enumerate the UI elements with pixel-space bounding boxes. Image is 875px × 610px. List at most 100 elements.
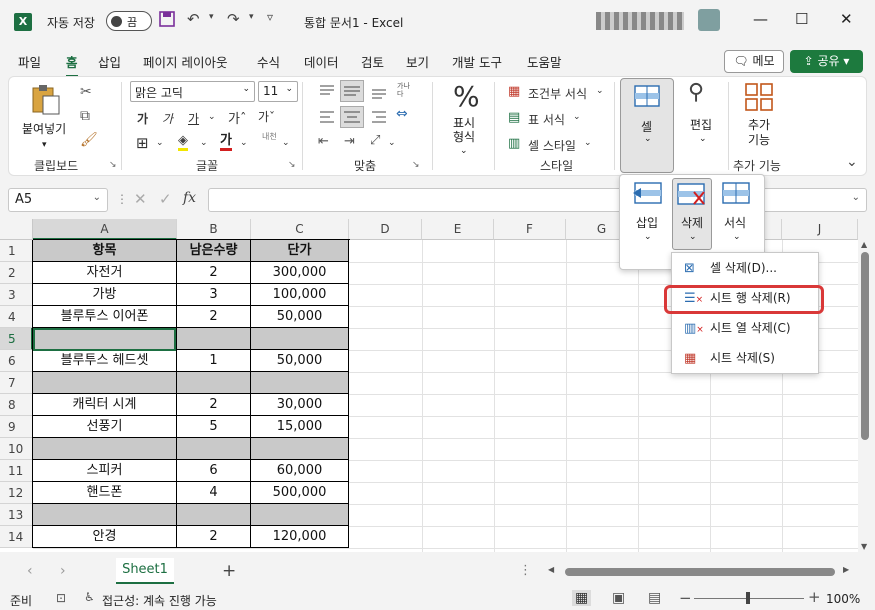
- prev-sheet-icon[interactable]: ‹: [27, 563, 33, 579]
- row-header[interactable]: 9: [0, 416, 33, 438]
- vertical-scroll-thumb[interactable]: [861, 252, 869, 440]
- editing-label[interactable]: 편집: [690, 116, 712, 133]
- macro-record-icon[interactable]: ⊡: [56, 591, 66, 605]
- underline-dropdown-icon[interactable]: ⌄: [208, 112, 216, 122]
- zoom-slider-thumb[interactable]: [746, 592, 750, 604]
- increase-font-icon[interactable]: 가ˆ: [228, 108, 246, 127]
- page-break-view-icon[interactable]: ▤: [648, 590, 661, 606]
- align-middle-icon[interactable]: [340, 80, 364, 102]
- table-cell[interactable]: [177, 438, 251, 460]
- table-cell[interactable]: 50,000: [251, 306, 349, 328]
- table-cell[interactable]: 6: [177, 460, 251, 482]
- row-header[interactable]: 7: [0, 372, 33, 394]
- row-header[interactable]: 14: [0, 526, 33, 548]
- undo-dropdown-icon[interactable]: ▾: [209, 12, 214, 22]
- row-header[interactable]: 6: [0, 350, 33, 372]
- tab-data[interactable]: 데이터: [304, 52, 339, 71]
- table-cell[interactable]: 3: [177, 284, 251, 306]
- table-cell[interactable]: [251, 504, 349, 526]
- row-header[interactable]: 8: [0, 394, 33, 416]
- fill-color-icon[interactable]: ◈: [178, 134, 188, 151]
- font-color-button[interactable]: 가: [220, 134, 232, 151]
- next-sheet-icon[interactable]: ›: [60, 563, 66, 579]
- table-cell[interactable]: 남은수량: [177, 240, 251, 262]
- table-cell[interactable]: 자전거: [33, 262, 177, 284]
- page-layout-view-icon[interactable]: ▣: [612, 590, 625, 606]
- customize-qat-icon[interactable]: ▿: [267, 10, 273, 24]
- table-cell[interactable]: 가방: [33, 284, 177, 306]
- more-icon[interactable]: ⋮: [116, 192, 128, 206]
- font-name-dropdown[interactable]: 맑은 고딕 ⌄: [130, 81, 255, 102]
- column-header[interactable]: F: [494, 219, 566, 240]
- table-cell[interactable]: [177, 372, 251, 394]
- underline-button[interactable]: 가: [188, 110, 199, 127]
- copy-icon[interactable]: ⧉: [80, 108, 90, 124]
- table-cell[interactable]: 선풍기: [33, 416, 177, 438]
- orientation-icon[interactable]: ⤢: [370, 133, 380, 148]
- cancel-icon[interactable]: ✕: [134, 190, 147, 208]
- tab-file[interactable]: 파일: [18, 52, 41, 71]
- formula-input[interactable]: ⌄: [208, 188, 867, 212]
- scroll-down-icon[interactable]: ▼: [861, 542, 867, 551]
- number-format-dropdown-icon[interactable]: ⌄: [460, 146, 468, 156]
- table-cell[interactable]: 항목: [33, 240, 177, 262]
- bold-button[interactable]: 가: [137, 110, 148, 127]
- column-header[interactable]: D: [349, 219, 422, 240]
- table-cell[interactable]: [33, 504, 177, 526]
- align-top-icon[interactable]: [318, 82, 336, 103]
- table-cell[interactable]: 60,000: [251, 460, 349, 482]
- table-cell[interactable]: 2: [177, 394, 251, 416]
- format-as-table-button[interactable]: 표 서식: [528, 111, 565, 128]
- format-label[interactable]: 서식: [724, 214, 746, 231]
- table-cell[interactable]: [33, 438, 177, 460]
- table-cell[interactable]: 1: [177, 350, 251, 372]
- zoom-level[interactable]: 100%: [826, 592, 860, 606]
- column-header[interactable]: J: [782, 219, 858, 240]
- redo-dropdown-icon[interactable]: ▾: [249, 12, 254, 22]
- redo-icon[interactable]: ↷: [227, 10, 240, 28]
- conditional-format-button[interactable]: 조건부 서식: [528, 85, 587, 102]
- format-as-table-icon[interactable]: ▤: [508, 110, 520, 125]
- increase-indent-icon[interactable]: ⇥: [344, 134, 355, 149]
- format-painter-icon[interactable]: 🖌: [80, 132, 98, 148]
- table-cell[interactable]: 100,000: [251, 284, 349, 306]
- table-cell[interactable]: 단가: [251, 240, 349, 262]
- table-cell[interactable]: 15,000: [251, 416, 349, 438]
- table-cell[interactable]: 5: [177, 416, 251, 438]
- tab-view[interactable]: 보기: [406, 52, 429, 71]
- row-header[interactable]: 1: [0, 240, 33, 262]
- zoom-out-icon[interactable]: −: [679, 589, 692, 607]
- select-all-corner[interactable]: [0, 219, 33, 240]
- table-cell[interactable]: 스피커: [33, 460, 177, 482]
- row-header[interactable]: 2: [0, 262, 33, 284]
- add-sheet-icon[interactable]: +: [222, 561, 236, 581]
- table-cell[interactable]: 2: [177, 262, 251, 284]
- table-cell[interactable]: 캐릭터 시계: [33, 394, 177, 416]
- table-cell[interactable]: [251, 438, 349, 460]
- paste-label[interactable]: 붙여넣기: [22, 120, 66, 137]
- fill-color-dropdown-icon[interactable]: ⌄: [200, 138, 208, 148]
- insert-function-icon[interactable]: fx: [183, 190, 196, 206]
- font-size-dropdown[interactable]: 11 ⌄: [258, 81, 298, 102]
- cell-styles-button[interactable]: 셀 스타일: [528, 137, 576, 154]
- table-cell[interactable]: 120,000: [251, 526, 349, 548]
- phonetic-dropdown-icon[interactable]: ⌄: [282, 138, 290, 148]
- paste-icon[interactable]: [30, 84, 62, 119]
- column-header[interactable]: A: [33, 219, 177, 240]
- scroll-right-icon[interactable]: ▶: [843, 565, 849, 574]
- avatar[interactable]: [698, 9, 720, 31]
- expand-formula-icon[interactable]: ⌄: [852, 192, 860, 203]
- table-cell[interactable]: [251, 328, 349, 350]
- tab-insert[interactable]: 삽입: [98, 52, 121, 71]
- share-button[interactable]: ⇪ 공유 ▾: [790, 50, 863, 73]
- column-header[interactable]: C: [251, 219, 349, 240]
- accessibility-status[interactable]: 접근성: 계속 진행 가능: [102, 592, 217, 609]
- table-cell[interactable]: [251, 372, 349, 394]
- more-icon[interactable]: ⋮: [519, 563, 532, 578]
- font-launcher-icon[interactable]: ↘: [288, 160, 296, 170]
- column-header[interactable]: B: [177, 219, 251, 240]
- alignment-launcher-icon[interactable]: ↘: [412, 160, 420, 170]
- conditional-format-icon[interactable]: ▦: [508, 84, 520, 99]
- italic-button[interactable]: 가: [162, 110, 173, 127]
- font-color-dropdown-icon[interactable]: ⌄: [240, 138, 248, 148]
